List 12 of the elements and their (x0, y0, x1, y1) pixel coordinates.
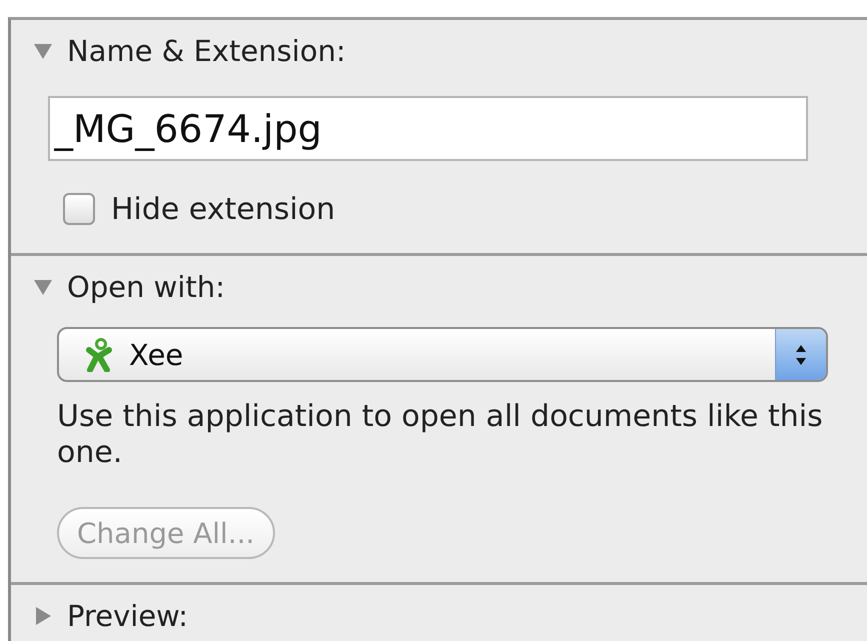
disclosure-triangle-icon[interactable] (33, 277, 53, 297)
section-title: Name & Extension: (67, 34, 346, 68)
description-text: Use this application to open all documents like this one. (57, 399, 824, 471)
checkbox-label: Hide extension (111, 192, 336, 226)
disclosure-triangle-icon[interactable] (33, 606, 53, 626)
app-popup[interactable]: Xee (57, 327, 828, 382)
disclosure-triangle-icon[interactable] (33, 41, 53, 61)
section-title: Open with: (67, 270, 225, 304)
checkbox[interactable] (63, 193, 95, 225)
stepper-arrows-icon (775, 329, 826, 380)
figure-icon (85, 338, 113, 372)
section-title: Preview: (67, 599, 188, 633)
